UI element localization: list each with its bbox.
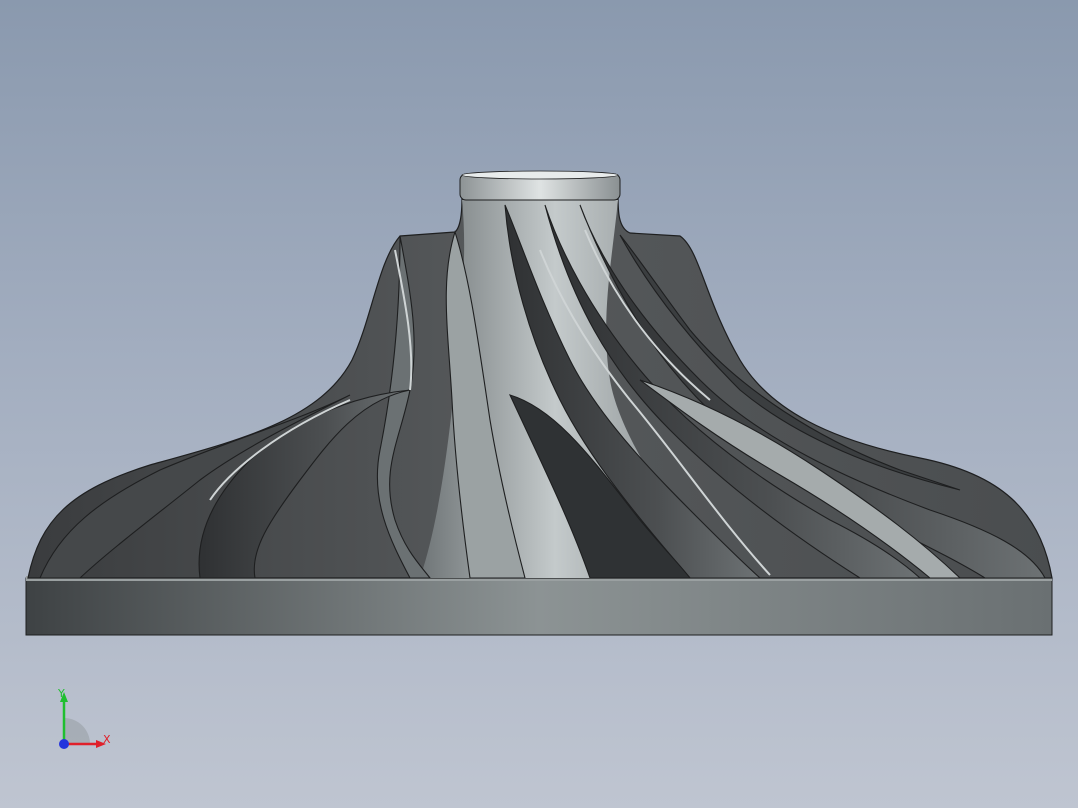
y-axis-label: Y bbox=[58, 687, 65, 700]
graphics-viewport[interactable]: X Y bbox=[0, 0, 1078, 808]
impeller-model[interactable] bbox=[0, 0, 1078, 808]
impeller-base-disk bbox=[25, 577, 1053, 636]
axis-triad: X Y bbox=[48, 684, 118, 754]
x-axis-label: X bbox=[103, 733, 111, 746]
